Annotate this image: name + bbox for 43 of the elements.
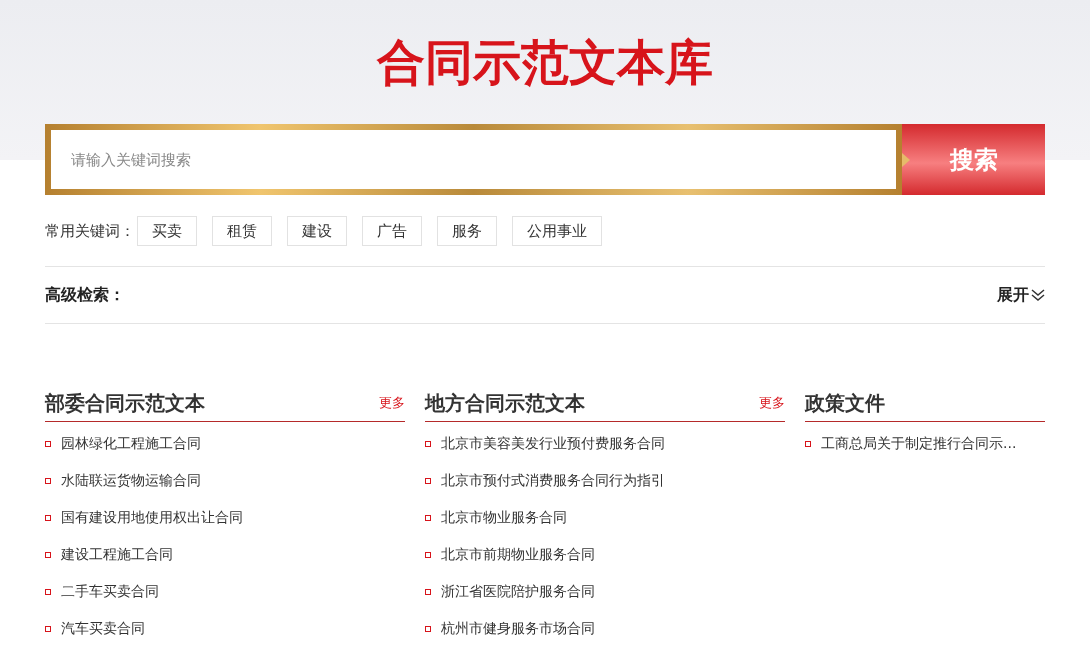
bullet-icon [425, 625, 431, 632]
search-field[interactable]: 请输入关键词搜索 [45, 124, 902, 195]
bullet-icon [805, 440, 811, 447]
document-link[interactable]: 浙江省医院陪护服务合同 [441, 581, 595, 602]
keyword-tag[interactable]: 服务 [437, 216, 497, 246]
bullet-icon [45, 551, 51, 558]
keyword-tag[interactable]: 公用事业 [512, 216, 602, 246]
document-link[interactable]: 水陆联运货物运输合同 [61, 470, 201, 491]
document-link[interactable]: 园林绿化工程施工合同 [61, 433, 201, 454]
document-link[interactable]: 北京市物业服务合同 [441, 507, 567, 528]
document-link[interactable]: 汽车买卖合同 [61, 618, 145, 639]
double-chevron-icon [1031, 288, 1045, 302]
document-link[interactable]: 北京市前期物业服务合同 [441, 544, 595, 565]
bullet-icon [425, 551, 431, 558]
document-link[interactable]: 北京市美容美发行业预付费服务合同 [441, 433, 665, 454]
keyword-tag[interactable]: 建设 [287, 216, 347, 246]
section-title: 部委合同示范文本 [45, 390, 205, 417]
section-title: 地方合同示范文本 [425, 390, 585, 417]
more-link[interactable]: 更多 [379, 393, 405, 413]
bullet-icon [45, 477, 51, 484]
bullet-icon [425, 440, 431, 447]
keywords-label: 常用关键词： [45, 220, 135, 242]
bullet-icon [45, 588, 51, 595]
expand-toggle[interactable]: 展开 [997, 283, 1045, 307]
keyword-tag[interactable]: 买卖 [137, 216, 197, 246]
document-link[interactable]: 杭州市健身服务市场合同 [441, 618, 595, 639]
document-link[interactable]: 国有建设用地使用权出让合同 [61, 507, 243, 528]
bullet-icon [425, 514, 431, 521]
page-title: 合同示范文本库 [375, 33, 714, 92]
document-link[interactable]: 工商总局关于制定推行合同示... [821, 433, 1017, 454]
document-link[interactable]: 二手车买卖合同 [61, 581, 159, 602]
keyword-tag[interactable]: 租赁 [212, 216, 272, 246]
bullet-icon [45, 625, 51, 632]
advanced-search-label: 高级检索： [45, 284, 125, 306]
bullet-icon [425, 588, 431, 595]
document-link[interactable]: 北京市预付式消费服务合同行为指引 [441, 470, 665, 491]
bullet-icon [425, 477, 431, 484]
section-title: 政策文件 [805, 390, 885, 417]
more-link[interactable]: 更多 [759, 393, 785, 413]
bullet-icon [45, 440, 51, 447]
bullet-icon [45, 514, 51, 521]
document-link[interactable]: 建设工程施工合同 [61, 544, 173, 565]
keyword-tag[interactable]: 广告 [362, 216, 422, 246]
